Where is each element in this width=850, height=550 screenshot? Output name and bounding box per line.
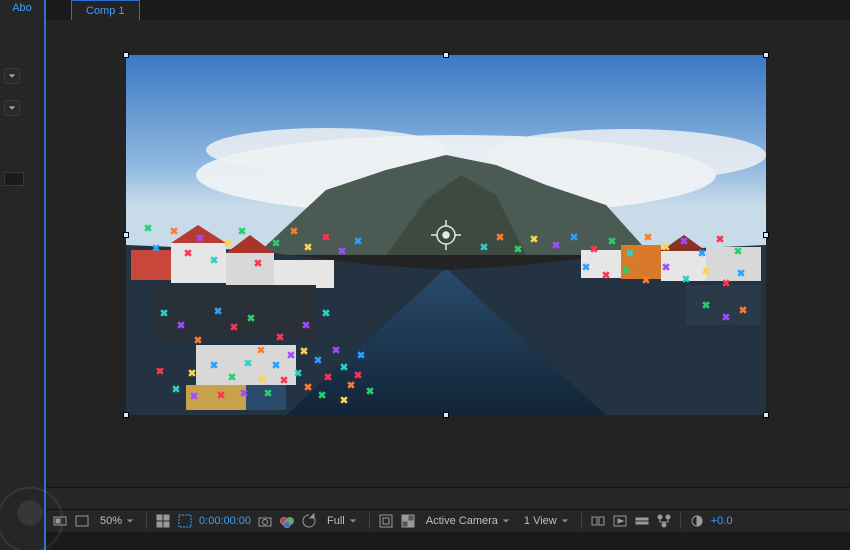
chevron-down-icon — [349, 517, 357, 525]
timeline-icon[interactable] — [634, 513, 650, 529]
views-select[interactable]: 1 View — [520, 513, 573, 529]
selection-handle[interactable] — [763, 232, 769, 238]
viewer-tabbar: Comp 1 — [46, 0, 850, 21]
selection-handle[interactable] — [123, 412, 129, 418]
viewer-controls: 50% 0:00:00:00 Full Active Camera 1 View… — [46, 509, 850, 532]
transparency-grid-icon[interactable] — [74, 513, 90, 529]
camera-select[interactable]: Active Camera — [422, 513, 514, 529]
reset-exposure-icon[interactable] — [301, 513, 317, 529]
panel-label: Abo — [0, 2, 44, 14]
watermark — [0, 485, 65, 550]
magnification-select[interactable]: 50% — [96, 513, 138, 529]
current-time[interactable]: 0:00:00:00 — [199, 515, 251, 527]
selection-handle[interactable] — [443, 52, 449, 58]
tab-comp[interactable]: Comp 1 — [71, 0, 140, 22]
composition-viewer[interactable] — [46, 20, 850, 488]
snapshot-icon[interactable] — [257, 513, 273, 529]
chevron-down-icon — [561, 517, 569, 525]
zoom-value: 50% — [100, 515, 122, 527]
selection-handle[interactable] — [763, 412, 769, 418]
chevron-down-icon — [126, 517, 134, 525]
input-field[interactable] — [4, 172, 24, 186]
grid-icon[interactable] — [155, 513, 171, 529]
views-value: 1 View — [524, 515, 557, 527]
selection-handle[interactable] — [763, 52, 769, 58]
composition-canvas[interactable] — [126, 55, 766, 415]
bottom-strip — [46, 532, 850, 550]
selection-handle[interactable] — [123, 52, 129, 58]
mask-visibility-icon[interactable] — [177, 513, 193, 529]
dropdown-toggle[interactable] — [4, 100, 20, 116]
resolution-select[interactable]: Full — [323, 513, 361, 529]
pixel-aspect-icon[interactable] — [590, 513, 606, 529]
left-panel: Abo — [0, 0, 45, 550]
footage-preview — [126, 55, 766, 415]
camera-value: Active Camera — [426, 515, 498, 527]
toggle-transparency-icon[interactable] — [400, 513, 416, 529]
dropdown-toggle[interactable] — [4, 68, 20, 84]
selection-handle[interactable] — [123, 232, 129, 238]
chevron-down-icon — [502, 517, 510, 525]
exposure-icon[interactable] — [689, 513, 705, 529]
fast-previews-icon[interactable] — [612, 513, 628, 529]
spacer-bar — [46, 487, 850, 510]
show-channel-icon[interactable] — [279, 513, 295, 529]
roi-icon[interactable] — [378, 513, 394, 529]
resolution-value: Full — [327, 515, 345, 527]
exposure-value[interactable]: +0.0 — [711, 515, 733, 527]
tab-label: Comp 1 — [86, 5, 125, 17]
selection-handle[interactable] — [443, 412, 449, 418]
comp-flowchart-icon[interactable] — [656, 513, 672, 529]
